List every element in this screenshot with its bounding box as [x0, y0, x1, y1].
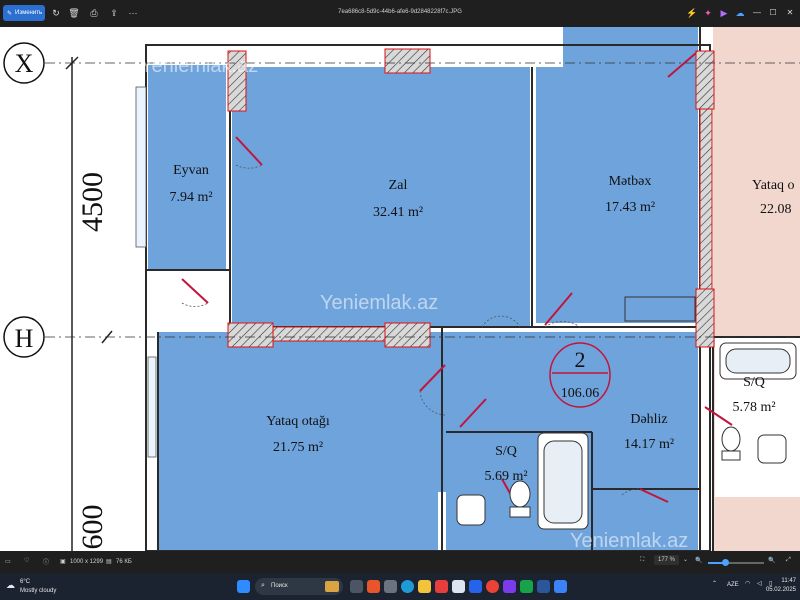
status-bar: ▭ ♡ ⓘ ▣ 1000 x 1299 ▤ 76 КБ ⛶ 177 % ⌄ 🔍 …: [0, 551, 800, 574]
zoom-level[interactable]: 177 %: [654, 555, 680, 565]
task-view-icon[interactable]: [350, 580, 363, 593]
room-label-name: Eyvan: [173, 163, 209, 178]
chrome-icon[interactable]: [486, 580, 499, 593]
file-size: 76 КБ: [116, 559, 132, 565]
photos-icon[interactable]: [554, 580, 567, 593]
search-highlight-icon: [325, 581, 339, 592]
room-label-area: 32.41 m²: [373, 205, 423, 220]
file-explorer-icon[interactable]: [418, 580, 431, 593]
weather-icon[interactable]: ☁: [6, 580, 15, 591]
heart-icon[interactable]: ♡: [24, 557, 29, 564]
minimize-icon[interactable]: —: [750, 7, 764, 19]
start-menu-icon[interactable]: [237, 580, 250, 593]
room-label-name: S/Q: [743, 375, 765, 390]
file-size-icon: ▤: [106, 559, 112, 565]
title-bar: ✎ Изменить ↻ 🗑 ⎙ ⇪ ··· 7ea686c8-5d9c-44b…: [0, 0, 800, 27]
zoom-dropdown-icon[interactable]: ⌄: [683, 556, 688, 563]
zoom-out-icon[interactable]: 🔍: [695, 557, 702, 564]
volume-icon[interactable]: ◁: [757, 580, 762, 587]
app-icon-7[interactable]: [520, 580, 533, 593]
room-label-name: Mətbəx: [609, 174, 652, 189]
app-icon-2[interactable]: [384, 580, 397, 593]
room-label-area: 21.75 m²: [273, 440, 323, 455]
designer-app-icon[interactable]: ✦: [702, 7, 714, 19]
wifi-icon[interactable]: ◠: [745, 580, 750, 587]
search-placeholder: Поиск: [271, 583, 288, 589]
room-label-area: 17.43 m²: [605, 200, 655, 215]
room-label-area: 7.94 m²: [169, 190, 212, 205]
watermark: Yeniemlak.az: [320, 292, 438, 314]
room-kitchen: [536, 67, 698, 323]
room-hall: [232, 67, 530, 327]
dimension-600: 600: [76, 505, 109, 550]
room-label-area: 14.17 m²: [624, 437, 674, 452]
unit-number: 2: [575, 347, 586, 372]
word-icon[interactable]: [537, 580, 550, 593]
app-icon-5[interactable]: [469, 580, 482, 593]
watermark: Yeniemlak.az: [140, 55, 258, 77]
room-label-area: 5.69 m²: [484, 469, 527, 484]
fullscreen-icon[interactable]: ⤢: [786, 557, 791, 564]
room-label-area: 5.78 m²: [732, 400, 775, 415]
maximize-icon[interactable]: ☐: [766, 7, 780, 19]
app-icon-4[interactable]: [452, 580, 465, 593]
axis-x-label: X: [15, 49, 34, 78]
image-dimensions: 1000 x 1299: [70, 559, 104, 565]
clipchamp-app-icon[interactable]: ▶: [718, 7, 730, 19]
zoom-slider[interactable]: [708, 559, 764, 566]
floor-plan: X H 4500 600 Eyvan 7.94 m² Zal 32.41 m² …: [0, 27, 800, 551]
zoom-slider-thumb[interactable]: [722, 559, 729, 566]
onedrive-icon[interactable]: ☁: [734, 7, 746, 19]
tray-chevron-icon[interactable]: ⌃: [712, 580, 717, 587]
taskbar: ☁ 6°C Mostly cloudy ⌕ Поиск ⌃ AZE ◠ ◁ ▯ …: [0, 574, 800, 600]
room-label-name: Dəhliz: [630, 412, 667, 427]
taskbar-search[interactable]: ⌕ Поиск: [255, 578, 343, 595]
room-label-name: S/Q: [495, 444, 517, 459]
weather-desc[interactable]: Mostly cloudy: [20, 588, 56, 594]
app-icon-1[interactable]: [367, 580, 380, 593]
image-viewer[interactable]: X H 4500 600 Eyvan 7.94 m² Zal 32.41 m² …: [0, 27, 800, 551]
edge-icon[interactable]: [401, 580, 414, 593]
room-label-name: Zal: [389, 178, 408, 193]
zoom-fit-icon[interactable]: ⛶: [640, 557, 644, 564]
keyboard-language[interactable]: AZE: [727, 582, 739, 588]
search-icon: ⌕: [261, 582, 265, 589]
app-icon-3[interactable]: [435, 580, 448, 593]
axis-h-label: H: [15, 324, 34, 353]
info-icon[interactable]: ⓘ: [43, 557, 49, 566]
zoom-in-icon[interactable]: 🔍: [768, 557, 775, 564]
unit-area: 106.06: [561, 386, 600, 401]
room-label-area: 22.08: [760, 202, 792, 217]
close-icon[interactable]: ✕: [783, 7, 797, 19]
monitor-icon[interactable]: ▭: [5, 558, 11, 565]
watermark: Yeniemlak.az: [570, 530, 688, 551]
clock-time[interactable]: 11:47: [768, 578, 796, 584]
app-icon-6[interactable]: [503, 580, 516, 593]
image-size-icon: ▣: [60, 559, 66, 565]
file-name: 7ea686c8-5d9c-44b6-afe6-9d2848228f7c.JPG: [338, 9, 462, 15]
dimension-4500: 4500: [76, 172, 109, 232]
room-label-name: Yataq otağı: [266, 414, 330, 429]
weather-temp[interactable]: 6°C: [20, 579, 30, 585]
room-label-name-partial: Yataq o: [752, 178, 795, 193]
clock-date[interactable]: 05.02.2025: [758, 587, 796, 593]
editor-app-icon[interactable]: ⚡: [686, 7, 698, 19]
